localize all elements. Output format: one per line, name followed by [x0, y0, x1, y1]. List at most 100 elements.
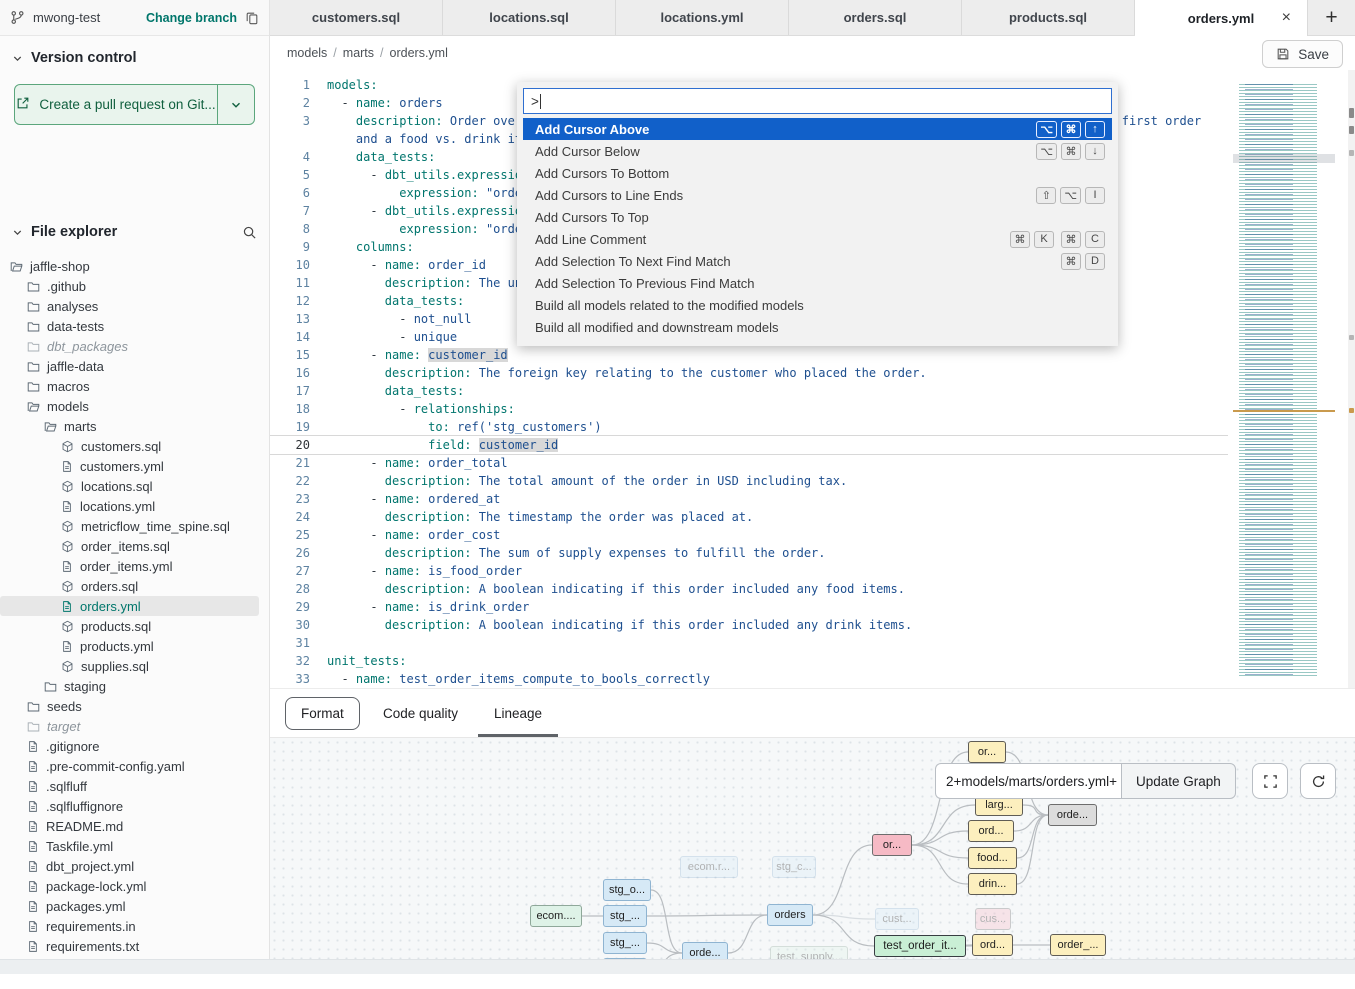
lineage-node-pink_or[interactable]: or... — [872, 834, 912, 856]
palette-item[interactable]: Add Cursors to Line Ends⇧⌥I — [523, 184, 1112, 206]
tree-item-orders.sql[interactable]: orders.sql — [0, 576, 269, 596]
lineage-node-ecom_seed[interactable]: ecom.... — [530, 905, 582, 927]
lineage-node-y_ord[interactable]: ord... — [968, 820, 1014, 842]
breadcrumb-orders-yml[interactable]: orders.yml — [390, 46, 448, 60]
code-line-28[interactable]: 28 description: A boolean indicating if … — [270, 580, 1228, 598]
lineage-node-y_order_[interactable]: order_... — [1050, 934, 1106, 956]
tree-item-data-tests[interactable]: data-tests — [0, 316, 269, 336]
code-line-30[interactable]: 30 description: A boolean indicating if … — [270, 616, 1228, 634]
palette-item[interactable]: Add Cursor Above⌥⌘↑ — [523, 118, 1112, 140]
tree-item-metricflow_time_spine.sql[interactable]: metricflow_time_spine.sql — [0, 516, 269, 536]
code-line-17[interactable]: 17 data_tests: — [270, 382, 1228, 400]
code-line-18[interactable]: 18 - relationships: — [270, 400, 1228, 418]
lineage-node-f_stg_c[interactable]: stg_c... — [772, 856, 816, 878]
change-branch-link[interactable]: Change branch — [146, 11, 237, 25]
code-line-27[interactable]: 27 - name: is_food_order — [270, 562, 1228, 580]
code-line-26[interactable]: 26 description: The sum of supply expens… — [270, 544, 1228, 562]
code-line-29[interactable]: 29 - name: is_drink_order — [270, 598, 1228, 616]
version-control-header[interactable]: Version control — [0, 46, 269, 70]
code-line-33[interactable]: 33 - name: test_order_items_compute_to_b… — [270, 670, 1228, 688]
tree-item-.github[interactable]: .github — [0, 276, 269, 296]
tree-item-.gitignore[interactable]: .gitignore — [0, 736, 269, 756]
tab-locations.yml[interactable]: locations.yml — [616, 0, 789, 35]
file-explorer-header[interactable]: File explorer — [0, 220, 269, 244]
lineage-node-f_cus[interactable]: cus... — [975, 908, 1011, 930]
tree-item-orders.yml[interactable]: orders.yml — [0, 596, 259, 616]
refresh-icon[interactable] — [1300, 763, 1336, 799]
save-button[interactable]: Save — [1262, 40, 1343, 68]
format-button[interactable]: Format — [285, 697, 360, 730]
tree-item-models[interactable]: models — [0, 396, 269, 416]
code-line-23[interactable]: 23 - name: ordered_at — [270, 490, 1228, 508]
code-line-22[interactable]: 22 description: The total amount of the … — [270, 472, 1228, 490]
tree-item-products.sql[interactable]: products.sql — [0, 616, 269, 636]
close-icon[interactable]: × — [1282, 10, 1291, 26]
breadcrumb-models[interactable]: models — [287, 46, 327, 60]
tab-orders.yml[interactable]: orders.yml× — [1135, 0, 1308, 36]
tree-item-staging[interactable]: staging — [0, 676, 269, 696]
tree-item-marts[interactable]: marts — [0, 416, 269, 436]
code-line-20[interactable]: 20 field: customer_id — [270, 436, 1228, 454]
palette-item[interactable]: Add Cursor Below⌥⌘↓ — [523, 140, 1112, 162]
code-line-25[interactable]: 25 - name: order_cost — [270, 526, 1228, 544]
tree-item-.sqlfluffignore[interactable]: .sqlfluffignore — [0, 796, 269, 816]
tree-item-requirements.in[interactable]: requirements.in — [0, 916, 269, 936]
lineage-node-f_cust[interactable]: cust... — [875, 908, 919, 930]
tree-item-customers.yml[interactable]: customers.yml — [0, 456, 269, 476]
tree-item-order_items.yml[interactable]: order_items.yml — [0, 556, 269, 576]
code-line-31[interactable]: 31 — [270, 634, 1228, 652]
horizontal-scrollbar-track[interactable] — [0, 959, 1355, 974]
tree-item-.pre-commit-config.yaml[interactable]: .pre-commit-config.yaml — [0, 756, 269, 776]
code-editor[interactable]: 1models:2 - name: orders3 description: O… — [270, 70, 1355, 688]
tree-item-locations.yml[interactable]: locations.yml — [0, 496, 269, 516]
palette-item[interactable]: Build all modified and downstream models — [523, 316, 1112, 338]
palette-item[interactable]: Add Cursors To Bottom — [523, 162, 1112, 184]
code-line-21[interactable]: 21 - name: order_total — [270, 454, 1228, 472]
tree-item-package-lock.yml[interactable]: package-lock.yml — [0, 876, 269, 896]
tree-item-seeds[interactable]: seeds — [0, 696, 269, 716]
lineage-node-f_ecom_r[interactable]: ecom.r... — [680, 856, 738, 878]
tree-item-README.md[interactable]: README.md — [0, 816, 269, 836]
palette-item[interactable]: Add Line Comment⌘K⌘C — [523, 228, 1112, 250]
palette-item[interactable]: Build all models related to the modified… — [523, 294, 1112, 316]
lineage-node-y_food[interactable]: food... — [968, 847, 1017, 869]
tab-customers.sql[interactable]: customers.sql — [270, 0, 443, 35]
code-line-15[interactable]: 15 - name: customer_id — [270, 346, 1228, 364]
editor-scrollbar[interactable] — [1348, 70, 1355, 688]
create-pr-button[interactable]: Create a pull request on Git... — [14, 84, 218, 125]
fullscreen-icon[interactable] — [1252, 763, 1288, 799]
lineage-selector-input[interactable]: 2+models/marts/orders.yml+ — [935, 763, 1121, 799]
copy-icon[interactable] — [245, 11, 259, 25]
code-line-32[interactable]: 32unit_tests: — [270, 652, 1228, 670]
breadcrumb-marts[interactable]: marts — [343, 46, 374, 60]
tree-item-locations.sql[interactable]: locations.sql — [0, 476, 269, 496]
minimap[interactable] — [1233, 84, 1345, 684]
lineage-node-y_drin[interactable]: drin... — [968, 873, 1017, 895]
code-line-19[interactable]: 19 to: ref('stg_customers') — [270, 418, 1228, 436]
tab-lineage[interactable]: Lineage — [494, 689, 542, 738]
palette-item[interactable]: Add Selection To Next Find Match⌘D — [523, 250, 1112, 272]
tree-item-target[interactable]: target — [0, 716, 269, 736]
tree-item-jaffle-shop[interactable]: jaffle-shop — [0, 256, 269, 276]
tree-item-supplies.sql[interactable]: supplies.sql — [0, 656, 269, 676]
command-palette-input[interactable]: > — [523, 88, 1112, 114]
lineage-node-y_or[interactable]: or... — [968, 741, 1006, 763]
lineage-node-stg3[interactable]: stg_... — [603, 932, 647, 954]
tab-products.sql[interactable]: products.sql — [962, 0, 1135, 35]
lineage-node-gray_orde[interactable]: orde... — [1048, 804, 1097, 826]
lineage-node-stg2[interactable]: stg_... — [603, 905, 647, 927]
lineage-canvas[interactable]: 2+models/marts/orders.yml+ Update Graph … — [270, 738, 1355, 974]
code-line-24[interactable]: 24 description: The timestamp the order … — [270, 508, 1228, 526]
tree-item-order_items.sql[interactable]: order_items.sql — [0, 536, 269, 556]
lineage-node-orders[interactable]: orders — [767, 904, 813, 926]
tree-item-customers.sql[interactable]: customers.sql — [0, 436, 269, 456]
tab-orders.sql[interactable]: orders.sql — [789, 0, 962, 35]
palette-item[interactable]: Add Cursors To Top — [523, 206, 1112, 228]
code-line-16[interactable]: 16 description: The foreign key relating… — [270, 364, 1228, 382]
update-graph-button[interactable]: Update Graph — [1121, 763, 1236, 799]
tree-item-jaffle-data[interactable]: jaffle-data — [0, 356, 269, 376]
tree-item-requirements.txt[interactable]: requirements.txt — [0, 936, 269, 956]
palette-item[interactable]: Add Selection To Previous Find Match — [523, 272, 1112, 294]
tab-code-quality[interactable]: Code quality — [383, 689, 458, 738]
lineage-node-y_ord2[interactable]: ord... — [972, 934, 1013, 956]
